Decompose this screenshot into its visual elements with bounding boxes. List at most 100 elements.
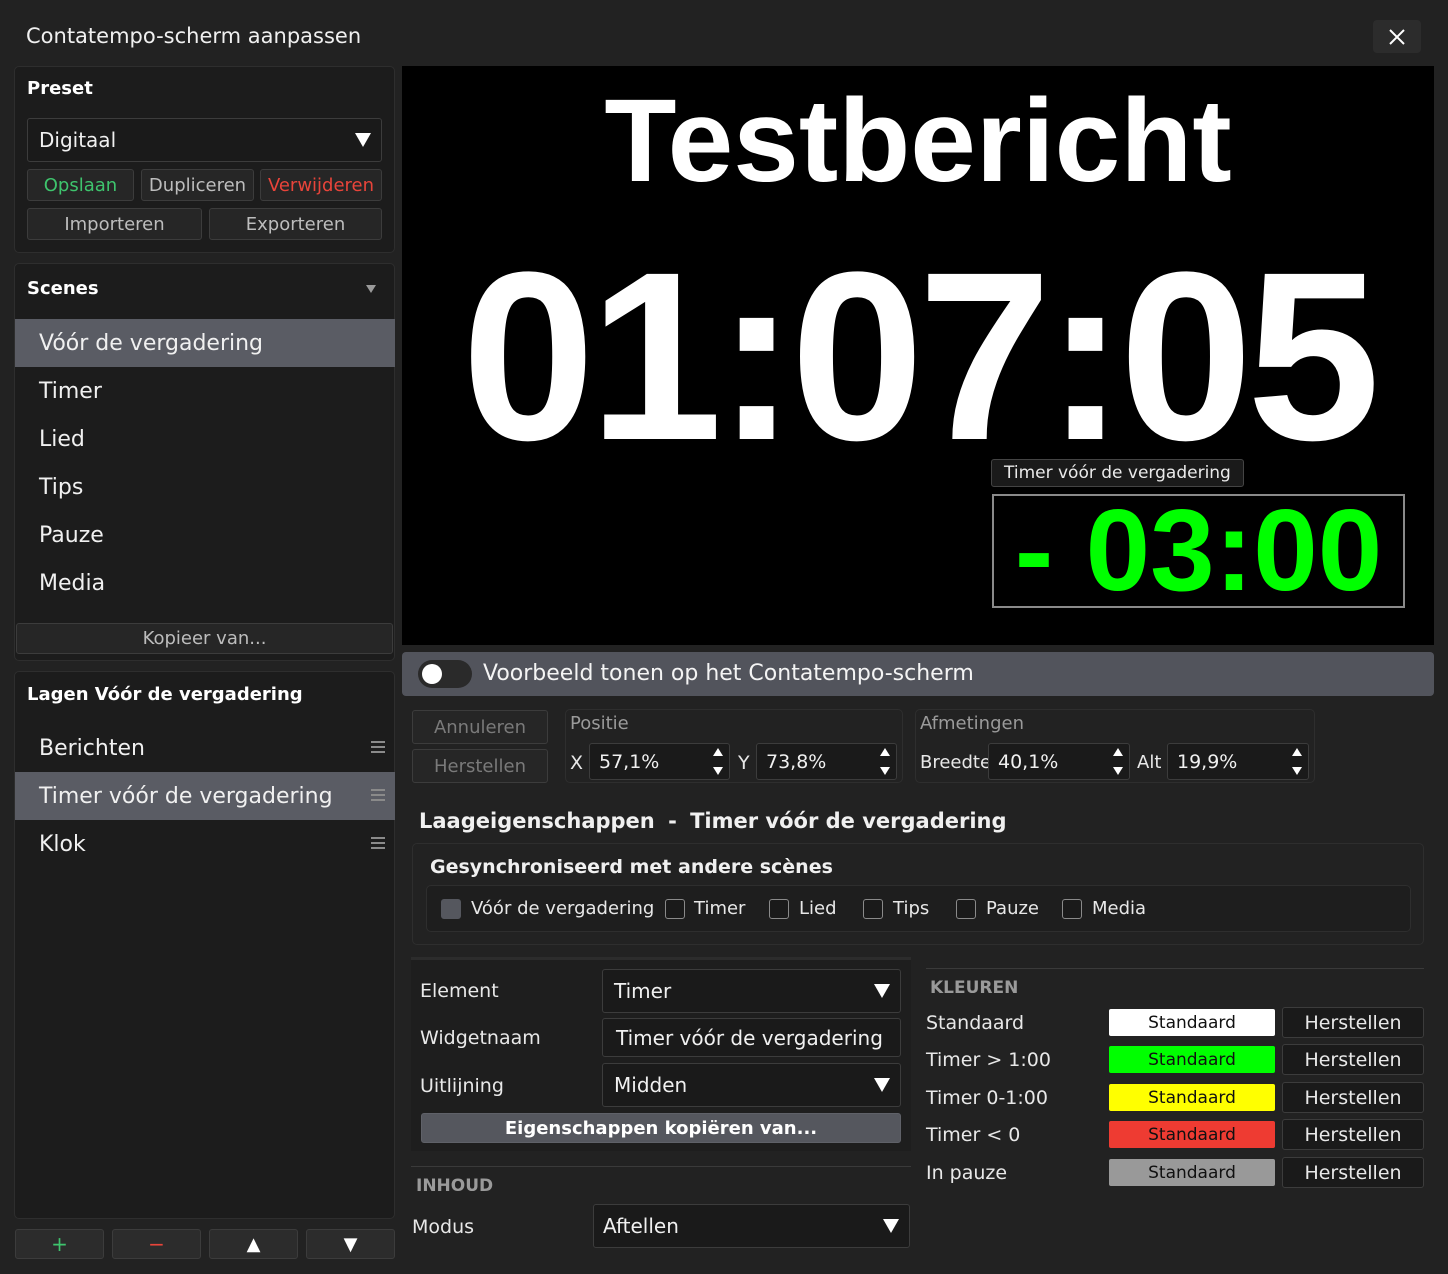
toggle-knob [422,664,442,684]
color-row-label: Timer > 1:00 [926,1049,1051,1071]
content-heading: INHOUD [416,1176,494,1196]
spinner-arrows-icon[interactable] [1111,748,1125,775]
remove-layer-button[interactable]: − [112,1229,201,1259]
sync-checkbox-label: Tips [893,898,930,919]
preview-canvas[interactable]: Testbericht 01:07:05 Timer vóór de verga… [402,66,1434,645]
sync-checkbox-lied[interactable] [769,899,789,919]
timer-widget[interactable]: - 03:00 [992,494,1405,608]
restore-button[interactable]: Herstellen [412,749,548,783]
layer-item[interactable]: Klok [15,820,395,868]
chevron-down-icon [883,1219,899,1233]
cancel-button[interactable]: Annuleren [412,710,548,744]
scene-item-label: Media [39,570,106,596]
scene-item[interactable]: Vóór de vergadering [15,319,395,367]
color-reset-button[interactable]: Herstellen [1282,1044,1424,1075]
layer-item[interactable]: Berichten [15,724,395,772]
mode-select-value: Aftellen [603,1214,679,1238]
layer-props-title: Laageigenschappen [419,809,655,833]
sync-checkbox-timer[interactable] [665,899,685,919]
preset-select[interactable]: Digitaal [27,118,382,162]
scene-item[interactable]: Lied [15,415,395,463]
move-up-button[interactable]: ▲ [209,1229,298,1259]
color-swatch-zero-to-one-minute[interactable]: Standaard [1109,1084,1275,1111]
size-height-value: 19,9% [1177,750,1238,773]
spinner-arrows-icon[interactable] [711,748,725,775]
color-reset-button[interactable]: Herstellen [1282,1157,1424,1188]
layers-heading: Lagen Vóór de vergadering [27,684,303,705]
size-height-input[interactable]: 19,9% [1167,743,1309,780]
scenes-collapse-icon[interactable] [366,285,376,293]
position-heading: Positie [570,713,629,734]
spinner-arrows-icon[interactable] [1290,748,1304,775]
color-swatch-negative[interactable]: Standaard [1109,1121,1275,1148]
color-reset-button[interactable]: Herstellen [1282,1119,1424,1150]
drag-handle-icon[interactable] [371,741,385,753]
color-reset-button[interactable]: Herstellen [1282,1007,1424,1038]
sync-checkbox-label: Vóór de vergadering [471,898,655,919]
color-reset-button[interactable]: Herstellen [1282,1082,1424,1113]
widget-name-value: Timer vóór de vergadering [616,1025,883,1050]
close-icon [1389,28,1405,45]
sync-checkbox-media[interactable] [1062,899,1082,919]
element-select[interactable]: Timer [602,969,901,1013]
copy-properties-button[interactable]: Eigenschappen kopiëren van... [421,1113,901,1143]
layer-item[interactable]: Timer vóór de vergadering [15,772,395,820]
color-swatch-over-one-minute[interactable]: Standaard [1109,1046,1275,1073]
save-button[interactable]: Opslaan [27,169,134,201]
scene-item-label: Lied [39,426,85,452]
move-down-button[interactable]: ▼ [306,1229,395,1259]
size-width-input[interactable]: 40,1% [988,743,1130,780]
scene-item[interactable]: Pauze [15,511,395,559]
preview-clock: 01:07:05 [461,222,1381,490]
preset-heading: Preset [27,78,93,99]
position-y-input[interactable]: 73,8% [756,743,897,780]
sync-checkbox-pauze[interactable] [956,899,976,919]
add-layer-button[interactable]: + [15,1229,104,1259]
scene-item-label: Pauze [39,522,104,548]
chevron-down-icon [355,133,371,147]
chevron-down-icon [874,984,890,998]
color-row-label: Standaard [926,1012,1025,1034]
delete-button[interactable]: Verwijderen [260,169,382,201]
preview-message: Testbericht [604,75,1232,207]
preset-select-value: Digitaal [39,128,117,152]
color-swatch-paused[interactable]: Standaard [1109,1159,1275,1186]
alignment-label: Uitlijning [420,1075,504,1097]
drag-handle-icon[interactable] [371,789,385,801]
sync-checkbox-voor[interactable] [441,899,461,919]
duplicate-button[interactable]: Dupliceren [141,169,254,201]
color-row-label: In pauze [926,1162,1008,1184]
drag-handle-icon[interactable] [371,837,385,849]
mode-label: Modus [412,1216,475,1238]
layer-item-label: Berichten [39,735,145,761]
scene-item[interactable]: Tips [15,463,395,511]
close-button[interactable] [1373,20,1421,53]
scene-item[interactable]: Media [15,559,395,607]
chevron-down-icon [874,1078,890,1092]
layer-item-label: Klok [39,831,86,857]
sync-checkbox-label: Pauze [986,898,1040,919]
mode-select[interactable]: Aftellen [593,1204,910,1248]
color-swatch-standaard[interactable]: Standaard [1109,1009,1275,1036]
sync-heading: Gesynchroniseerd met andere scènes [430,856,833,878]
alignment-select[interactable]: Midden [602,1063,901,1107]
preview-toggle-switch[interactable] [418,660,472,688]
scene-item[interactable]: Timer [15,367,395,415]
export-button[interactable]: Exporteren [209,208,382,240]
preview-toggle-bar[interactable]: Voorbeeld tonen op het Contatempo-scherm [402,652,1434,696]
sync-checkbox-label: Media [1092,898,1147,919]
scenes-heading: Scenes [27,278,99,299]
alignment-select-value: Midden [614,1073,688,1097]
widget-name-input[interactable]: Timer vóór de vergadering [602,1018,901,1057]
copy-scene-from-button[interactable]: Kopieer van... [16,623,393,654]
color-row-label: Timer 0-1:00 [926,1087,1048,1109]
sync-checkbox-tips[interactable] [863,899,883,919]
import-button[interactable]: Importeren [27,208,202,240]
sync-checkbox-label: Lied [799,898,837,919]
position-x-value: 57,1% [599,750,660,773]
element-select-value: Timer [614,979,672,1003]
size-width-value: 40,1% [998,750,1059,773]
spinner-arrows-icon[interactable] [878,748,892,775]
position-x-input[interactable]: 57,1% [589,743,730,780]
content-divider [411,1166,911,1167]
